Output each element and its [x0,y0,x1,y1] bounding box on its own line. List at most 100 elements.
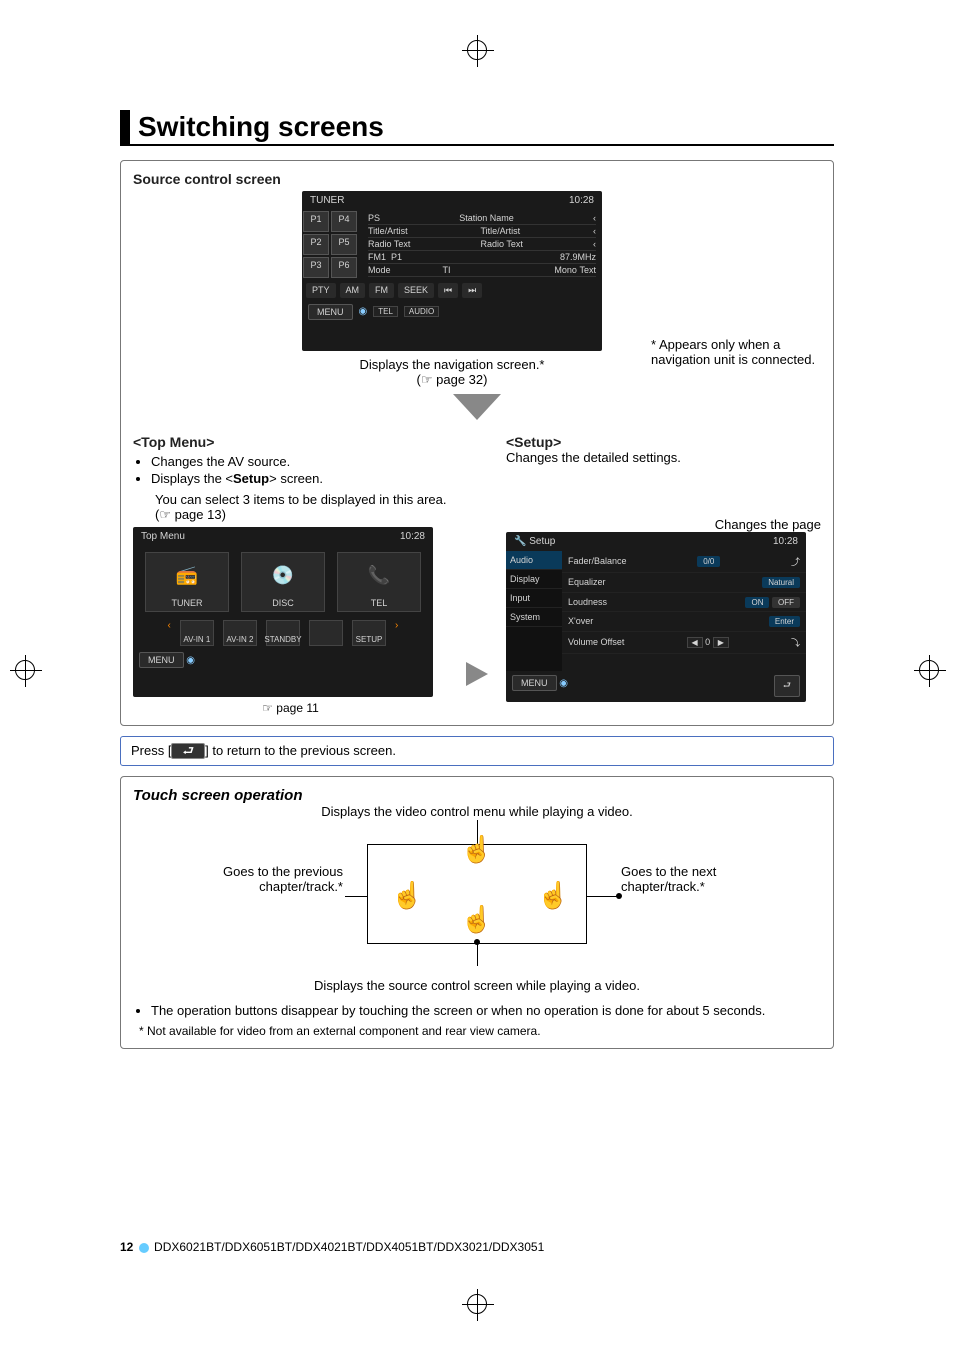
row-val: 0/0 [697,556,720,567]
footer-dot-icon [139,1243,149,1253]
preset-button: P4 [331,211,357,232]
registration-mark-icon [919,660,939,680]
setup-list: Fader/Balance0/0⤴ EqualizerNatural Loudn… [562,551,806,671]
fm-button: FM [369,283,394,298]
press-suffix: ] to return to the previous screen. [205,743,396,758]
tuner-screenshot: TUNER 10:28 P1 P4 P2 P5 P3 P6 [302,191,602,351]
tile-tel: 📞TEL [337,552,421,612]
tuner-button-row: PTY AM FM SEEK ⏮ ⏭ [302,279,602,302]
page-content: Switching screens Source control screen … [100,90,854,1244]
setup-screenshot: 🔧 Setup 10:28 Audio Display Input System… [506,532,806,702]
row-val-off: OFF [772,597,800,608]
top-menu-heading: <Top Menu> [133,434,448,450]
preset-button: P1 [303,211,329,232]
page-footer: 12 DDX6021BT/DDX6051BT/DDX4021BT/DDX4051… [120,1240,544,1254]
setup-page-label: Changes the page [506,517,821,532]
registration-mark-icon [467,1294,487,1314]
touch-top-label: Displays the video control menu while pl… [133,804,821,819]
arrow-down-icon [453,394,501,420]
chip-avin1: AV-IN 1 [180,620,214,646]
chip-blank [309,620,343,646]
preset-button: P2 [303,234,329,255]
touch-diagram: Displays the video control menu while pl… [133,804,821,964]
row-label: Volume Offset [568,637,624,647]
tel-chip: TEL [373,306,398,317]
ti: TI [442,265,450,275]
tuner-icon: 📻 [146,553,228,598]
press-back-note: Press [⮐] to return to the previous scre… [120,736,834,767]
top-menu-hint: You can select 3 items to be displayed i… [155,492,448,523]
tuner-presets: P1 P4 P2 P5 P3 P6 [302,210,362,279]
tuner-info: PSStation Name‹ Title/ArtistTitle/Artist… [362,210,602,279]
disc-icon: 💿 [242,553,324,598]
row-label: X'over [568,616,593,626]
text: Text [579,265,596,275]
chip-standby: STANDBY [266,620,300,646]
top-menu-screenshot: Top Menu 10:28 📻TUNER 💿DISC 📞TEL ‹ AV-IN… [133,527,433,697]
nav-compass-icon: ◉ [186,655,195,666]
tile-label: TUNER [146,598,228,608]
source-control-box: Source control screen TUNER 10:28 P1 P4 … [120,160,834,726]
chip-setup: SETUP [352,620,386,646]
nav-input: Input [506,589,562,608]
menu-button: MENU [139,652,184,668]
row-label: Fader/Balance [568,556,627,566]
source-control-heading: Source control screen [133,171,821,187]
row-val: Enter [769,616,800,627]
row-key: Radio Text [368,239,410,249]
setup-clock: 10:28 [773,536,798,547]
row-val-on: ON [745,597,769,608]
page-ref: ☞ page 11 [262,701,319,715]
topmenu-title: Top Menu [141,531,185,542]
nav-caption-2: (☞ page 32) [417,372,488,387]
top-menu-column: <Top Menu> Changes the AV source. Displa… [133,434,448,715]
tuner-title: TUNER [310,195,344,206]
footer-models: DDX6021BT/DDX6051BT/DDX4021BT/DDX4051BT/… [154,1240,544,1254]
pty-button: PTY [306,283,336,298]
back-icon: ⮐ [774,675,800,697]
am-button: AM [340,283,366,298]
row-val: Natural [762,577,800,588]
audio-chip: AUDIO [404,306,439,317]
preset-button: P6 [331,257,357,278]
menu-button: MENU [308,304,353,320]
nav-compass-icon: ◉ [559,678,568,689]
tile-tuner: 📻TUNER [145,552,229,612]
row-val: Station Name [459,213,514,223]
next-track-icon: ⏭ [462,283,482,298]
row-val: Radio Text [481,239,523,249]
touch-left-label: Goes to the previous chapter/track.* [183,864,343,894]
arrow-left-icon [466,662,488,686]
touch-right-label: Goes to the next chapter/track.* [621,864,781,894]
row-val: 0 [705,637,710,647]
touch-hand-icon: ☝ [461,904,493,935]
bullet: Changes the AV source. [151,454,448,469]
foot-star: * [139,1024,144,1038]
row-val: Title/Artist [481,226,521,236]
preset-sel: P1 [391,252,402,262]
nav-audio: Audio [506,551,562,570]
note-star: * [651,337,656,352]
row-key: PS [368,213,380,223]
page-number: 12 [120,1240,133,1254]
preset-button: P5 [331,234,357,255]
menu-button: MENU [512,675,557,691]
freq: 87.9MHz [560,252,596,262]
foot-text: Not available for video from an external… [147,1024,541,1038]
prev-track-icon: ⏮ [438,283,458,298]
touch-hand-icon: ☝ [391,880,423,911]
bullet: Displays the <Setup> screen. [151,471,448,486]
touch-heading: Touch screen operation [133,787,821,804]
press-prefix: Press [ [131,743,171,758]
tile-disc: 💿DISC [241,552,325,612]
band: FM1 [368,252,386,262]
seek-button: SEEK [398,283,434,298]
tile-label: DISC [242,598,324,608]
nav-display: Display [506,570,562,589]
touch-hand-icon: ☝ [461,834,493,865]
touch-hand-icon: ☝ [537,880,569,911]
touch-bottom-label: Displays the source control screen while… [133,978,821,993]
touch-operation-box: Touch screen operation Displays the vide… [120,776,834,1049]
setup-column: <Setup> Changes the detailed settings. C… [506,434,821,715]
registration-mark-icon [15,660,35,680]
